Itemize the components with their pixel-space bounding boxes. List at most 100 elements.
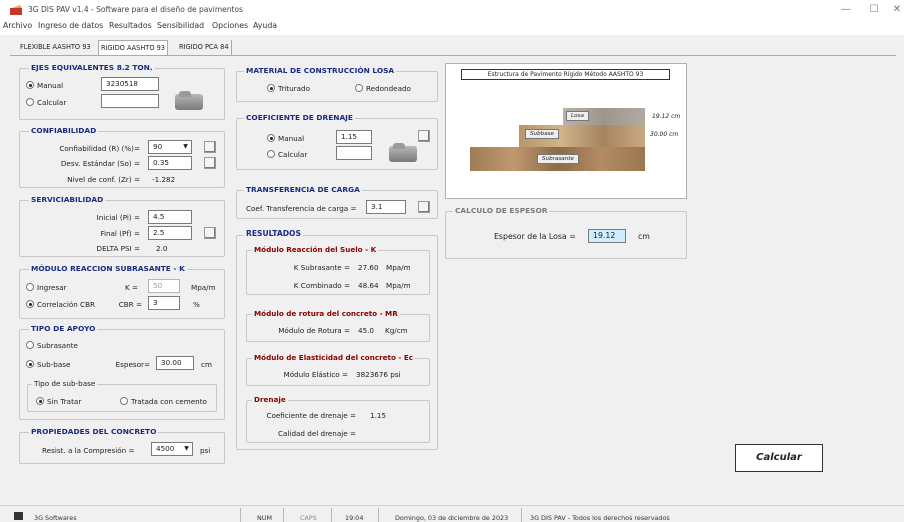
confiabilidad-r-label: Confiabilidad (R) (%)= — [59, 144, 140, 153]
transferencia-title: TRANSFERENCIA DE CARGA — [244, 185, 362, 194]
drenaje-truck-icon[interactable] — [389, 143, 417, 162]
modulo-cbr-input[interactable]: 3 — [148, 296, 180, 310]
confiabilidad-title: CONFIABILIDAD — [29, 126, 99, 135]
concreto-label: Resist. a la Compresión = — [42, 446, 135, 455]
calculo-label: Espesor de la Losa = — [494, 232, 576, 241]
calcular-button[interactable]: Calcular — [735, 444, 823, 472]
ejes-calcular-radio[interactable] — [26, 98, 34, 106]
tab-rigido-pca[interactable]: RIGIDO PCA 84 — [177, 40, 232, 55]
material-redondeado-radio[interactable] — [355, 84, 363, 92]
apoyo-espesor-unit: cm — [201, 360, 212, 369]
confiabilidad-zr-value: -1.282 — [152, 175, 176, 184]
dren-result-title: Drenaje — [252, 395, 288, 404]
drenaje-title: COEFICIENTE DE DRENAJE — [244, 113, 355, 122]
calidad-drenaje-label: Calidad del drenaje = — [278, 429, 356, 438]
modulo-k-unit: Mpa/m — [191, 283, 216, 292]
serviciabilidad-dpsi-value: 2.0 — [156, 244, 168, 253]
tipo-subbase-title: Tipo de sub-base — [32, 379, 98, 388]
ejes-calcular-label: Calcular — [37, 98, 67, 107]
drenaje-manual-input[interactable]: 1.15 — [336, 130, 372, 144]
computer-icon — [14, 512, 23, 520]
coef-drenaje-value: 1.15 — [370, 411, 387, 420]
apoyo-sin-tratar-radio[interactable] — [36, 397, 44, 405]
serviciabilidad-pf-button[interactable] — [204, 227, 216, 239]
drenaje-manual-radio[interactable] — [267, 134, 275, 142]
menu-resultados[interactable]: Resultados — [109, 21, 152, 30]
apoyo-subbase-radio[interactable] — [26, 360, 34, 368]
ejes-manual-input[interactable]: 3230518 — [101, 77, 159, 91]
mr-unit: Kg/cm — [385, 326, 408, 335]
menu-sensibilidad[interactable]: Sensibilidad — [157, 21, 204, 30]
modulo-title: MÓDULO REACCION SUBRASANTE - K — [29, 264, 187, 273]
ejes-calcular-input[interactable] — [101, 94, 159, 108]
ksub-value: 27.60 — [358, 263, 379, 272]
minimize-button[interactable]: — — [834, 3, 858, 17]
serviciabilidad-pf-input[interactable]: 2.5 — [148, 226, 192, 240]
chevron-down-icon: ▼ — [184, 445, 189, 452]
modulo-cbr-unit: % — [193, 300, 200, 309]
drenaje-calcular-label: Calcular — [278, 150, 308, 159]
confiabilidad-r-select[interactable]: 90 ▼ — [148, 140, 192, 154]
modulo-ingresar-label: Ingresar — [37, 283, 67, 292]
concreto-unit: psi — [200, 446, 211, 455]
modulo-cbr-radio[interactable] — [26, 300, 34, 308]
drenaje-calcular-input[interactable] — [336, 146, 372, 160]
menu-opciones[interactable]: Opciones — [212, 21, 248, 30]
concreto-value: 4500 — [156, 444, 175, 453]
status-divider — [240, 508, 241, 522]
status-num: NUM — [257, 514, 272, 522]
apoyo-subbase-label: Sub-base — [37, 360, 71, 369]
status-date: Domingo, 03 de diciembre de 2023 — [395, 514, 509, 522]
calculo-output: 19.12 — [588, 229, 626, 243]
ejes-truck-icon[interactable] — [175, 91, 203, 110]
serviciabilidad-pf-label: Final (Pf) = — [100, 229, 140, 238]
drenaje-calcular-radio[interactable] — [267, 150, 275, 158]
material-title: MATERIAL DE CONSTRUCCIÓN LOSA — [244, 66, 397, 75]
menu-ayuda[interactable]: Ayuda — [253, 21, 277, 30]
subrasante-label: Subrasante — [537, 154, 579, 164]
status-divider — [283, 508, 284, 522]
transferencia-input[interactable]: 3.1 — [366, 200, 406, 214]
ec-value: 3823676 psi — [356, 370, 401, 379]
material-redondeado-label: Redondeado — [366, 84, 411, 93]
drenaje-manual-label: Manual — [278, 134, 305, 143]
kcomb-value: 48.64 — [358, 281, 379, 290]
apoyo-subrasante-radio[interactable] — [26, 341, 34, 349]
transferencia-button[interactable] — [418, 201, 430, 213]
concreto-select[interactable]: 4500 ▼ — [151, 442, 193, 456]
calculo-title: CALCULO DE ESPESOR — [453, 206, 550, 215]
status-divider — [331, 508, 332, 522]
modulo-group — [19, 269, 225, 319]
confiabilidad-r-button[interactable] — [204, 141, 216, 153]
modulo-k-input[interactable]: 50 — [148, 279, 180, 293]
mr-label: Módulo de Rotura = — [278, 326, 350, 335]
serviciabilidad-pi-input[interactable]: 4.5 — [148, 210, 192, 224]
ejes-title: EJES EQUIVALENTES 8.2 TON. — [29, 63, 155, 72]
confiabilidad-so-input[interactable]: 0.35 — [148, 156, 192, 170]
menu-ingreso-datos[interactable]: Ingreso de datos — [38, 21, 103, 30]
concreto-title: PROPIEDADES DEL CONCRETO — [29, 427, 159, 436]
tab-rigido-aashto[interactable]: RIGIDO AASHTO 93 — [98, 40, 168, 55]
modulo-ingresar-radio[interactable] — [26, 283, 34, 291]
close-button[interactable]: ✕ — [890, 3, 904, 17]
kcomb-unit: Mpa/m — [386, 281, 411, 290]
suelo-title: Módulo Reacción del Suelo - K — [252, 245, 379, 254]
menu-archivo[interactable]: Archivo — [3, 21, 32, 30]
ejes-manual-radio[interactable] — [26, 81, 34, 89]
apoyo-espesor-input[interactable]: 30.00 — [156, 356, 194, 370]
kcomb-label: K Combinado = — [293, 281, 350, 290]
ec-label: Módulo Elástico = — [283, 370, 348, 379]
modulo-cbr-radio-label: Correlación CBR — [37, 300, 95, 309]
serviciabilidad-pi-label: Inicial (Pi) = — [96, 213, 140, 222]
material-triturado-radio[interactable] — [267, 84, 275, 92]
apoyo-tratada-radio[interactable] — [120, 397, 128, 405]
ksub-unit: Mpa/m — [386, 263, 411, 272]
drenaje-manual-button[interactable] — [418, 130, 430, 142]
structure-caption: Estructura de Pavimento Rígido Método AA… — [461, 69, 670, 80]
calculo-unit: cm — [638, 232, 650, 241]
material-triturado-label: Triturado — [278, 84, 310, 93]
maximize-button[interactable]: ☐ — [862, 3, 886, 17]
status-caps: CAPS — [300, 514, 317, 522]
confiabilidad-so-button[interactable] — [204, 157, 216, 169]
tab-flexible-aashto[interactable]: FLEXIBLE AASHTO 93 — [18, 40, 93, 55]
